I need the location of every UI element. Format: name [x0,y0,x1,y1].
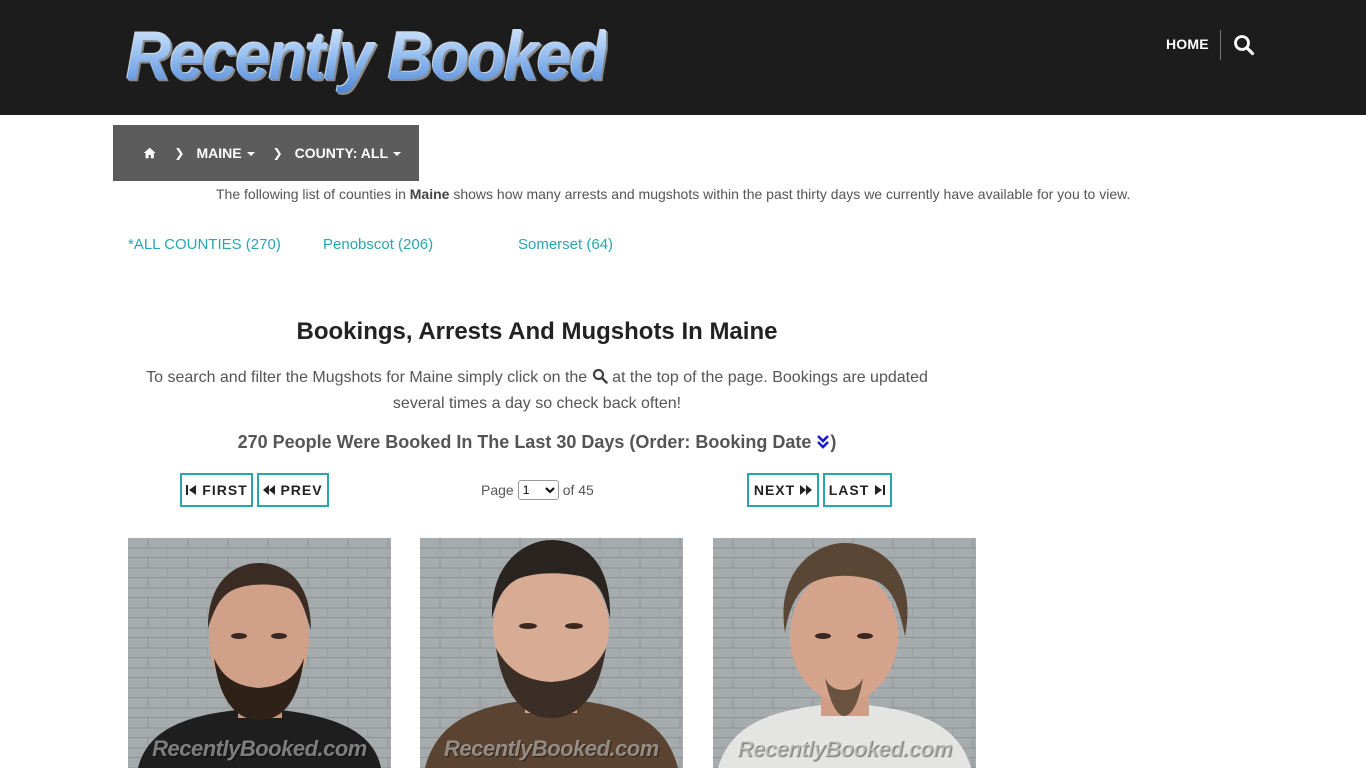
chevron-right-icon: ❯ [174,146,185,160]
sort-desc-icon[interactable] [816,434,830,450]
backward-icon [263,485,276,495]
county-link-all[interactable]: *ALL COUNTIES (270) [128,236,281,253]
forward-icon [800,485,813,495]
breadcrumb-county-dropdown[interactable]: COUNTY: ALL [295,145,401,161]
county-link-somerset[interactable]: Somerset (64) [518,236,613,253]
watermark: RecentlyBooked.com [444,736,659,761]
watermark: RecentlyBooked.com [737,736,952,761]
search-icon [592,368,608,384]
last-page-button[interactable]: LAST [823,473,892,507]
mugshot-photo [128,538,391,768]
nav-home-link[interactable]: HOME [1166,36,1209,52]
mugshot-card[interactable]: RecentlyBooked.com [420,538,683,768]
site-header: Recently Booked HOME [0,0,1366,115]
first-page-button[interactable]: FIRST [180,473,253,507]
mugshot-card[interactable]: RecentlyBooked.com [128,538,391,768]
county-link-penobscot[interactable]: Penobscot (206) [323,236,433,253]
next-page-button[interactable]: NEXT [747,473,819,507]
page-selector: Page 1 of 45 [481,480,594,500]
step-forward-icon [875,485,886,495]
watermark: RecentlyBooked.com [152,736,367,761]
caret-down-icon [393,152,401,157]
page-select[interactable]: 1 [517,480,559,500]
mugshot-photo [713,538,976,768]
page-title: Bookings, Arrests And Mugshots In Maine [296,318,778,345]
site-logo[interactable]: Recently Booked [126,18,608,94]
county-intro-text: The following list of counties in Maine … [216,186,1131,202]
mugshot-photo [420,538,683,768]
prev-page-button[interactable]: PREV [257,473,329,507]
mugshot-card[interactable]: RecentlyBooked.com [713,538,976,768]
breadcrumb: ❯ MAINE ❯ COUNTY: ALL [113,125,419,181]
chevron-right-icon: ❯ [272,146,283,160]
breadcrumb-state-dropdown[interactable]: MAINE [196,145,255,161]
booking-count: 270 People Were Booked In The Last 30 Da… [237,432,837,452]
step-backward-icon [186,485,197,495]
nav-divider [1220,30,1221,60]
search-icon[interactable] [1233,34,1255,56]
caret-down-icon [246,152,255,157]
search-instructions: To search and filter the Mugshots for Ma… [146,368,928,412]
home-icon[interactable] [143,145,156,161]
